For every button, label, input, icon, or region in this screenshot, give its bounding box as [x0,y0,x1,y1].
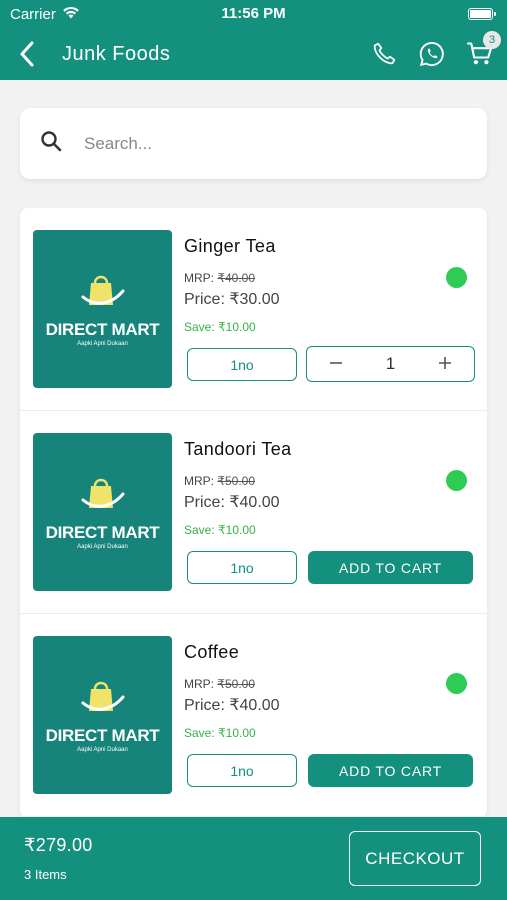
product-item: DIRECT MART Aapki Apni Dukaan Tandoori T… [20,411,487,614]
mrp-label: MRP: [184,271,214,285]
availability-dot [446,470,467,491]
product-savings: Save: ₹10.00 [184,726,256,740]
product-price: Price: ₹40.00 [184,697,280,714]
add-to-cart-button[interactable]: ADD TO CART [308,754,473,787]
battery-icon [468,8,496,20]
quantity-value: 1 [385,354,396,373]
product-mrp: MRP: ₹50.00 [184,677,255,691]
brand-tagline: Aapki Apni Dukaan [77,747,128,753]
unit-selector[interactable]: 1no [187,551,297,584]
availability-dot [446,673,467,694]
header-actions: 3 [369,31,501,69]
wifi-icon [62,6,80,23]
product-price: Price: ₹40.00 [184,494,280,511]
page-title: Junk Foods [62,42,171,65]
mrp-value: ₹50.00 [217,474,256,488]
brand-name: DIRECT MART [45,320,160,339]
product-savings: Save: ₹10.00 [184,523,256,537]
search-input[interactable] [84,133,464,154]
availability-dot [446,267,467,288]
unit-selector[interactable]: 1no [187,348,297,381]
brand-tagline: Aapki Apni Dukaan [77,341,128,347]
search-icon [40,130,62,157]
app-bar: Carrier 11:56 PM Junk Foods 3 [0,0,507,80]
product-savings: Save: ₹10.00 [184,320,256,334]
shopping-bag-logo-icon [81,677,125,722]
brand-name: DIRECT MART [45,726,160,745]
product-image: DIRECT MART Aapki Apni Dukaan [33,433,172,591]
cart-icon[interactable]: 3 [465,31,501,69]
cart-item-count: 3 Items [24,867,67,882]
whatsapp-icon[interactable] [417,39,447,69]
search-bar [20,108,487,179]
product-list: DIRECT MART Aapki Apni Dukaan Ginger Tea… [20,208,487,818]
checkout-button[interactable]: CHECKOUT [349,831,481,886]
nav-row: Junk Foods 3 [0,28,507,80]
cart-total: ₹279.00 [24,835,93,855]
product-mrp: MRP: ₹50.00 [184,474,255,488]
product-image: DIRECT MART Aapki Apni Dukaan [33,230,172,388]
product-name: Coffee [184,642,240,662]
mrp-label: MRP: [184,474,214,488]
mrp-value: ₹40.00 [217,271,256,285]
product-price: Price: ₹30.00 [184,291,280,308]
unit-selector[interactable]: 1no [187,754,297,787]
cart-count-badge: 3 [483,31,501,49]
carrier-label: Carrier [10,5,56,23]
increment-button[interactable] [438,354,452,375]
add-to-cart-button[interactable]: ADD TO CART [308,551,473,584]
status-left: Carrier [10,6,80,23]
cart-footer: ₹279.00 3 Items CHECKOUT [0,817,507,900]
mrp-label: MRP: [184,677,214,691]
product-image: DIRECT MART Aapki Apni Dukaan [33,636,172,794]
quantity-stepper: 1 [306,346,475,382]
mrp-value: ₹50.00 [217,677,256,691]
shopping-bag-logo-icon [81,474,125,519]
product-name: Tandoori Tea [184,439,292,459]
back-arrow-icon[interactable] [12,39,42,69]
product-item: DIRECT MART Aapki Apni Dukaan Coffee MRP… [20,614,487,817]
decrement-button[interactable] [329,354,343,375]
shopping-bag-logo-icon [81,271,125,316]
phone-icon[interactable] [369,39,399,69]
brand-name: DIRECT MART [45,523,160,542]
product-mrp: MRP: ₹40.00 [184,271,255,285]
product-item: DIRECT MART Aapki Apni Dukaan Ginger Tea… [20,208,487,411]
status-bar: Carrier 11:56 PM [0,0,507,28]
product-name: Ginger Tea [184,236,276,256]
brand-tagline: Aapki Apni Dukaan [77,544,128,550]
